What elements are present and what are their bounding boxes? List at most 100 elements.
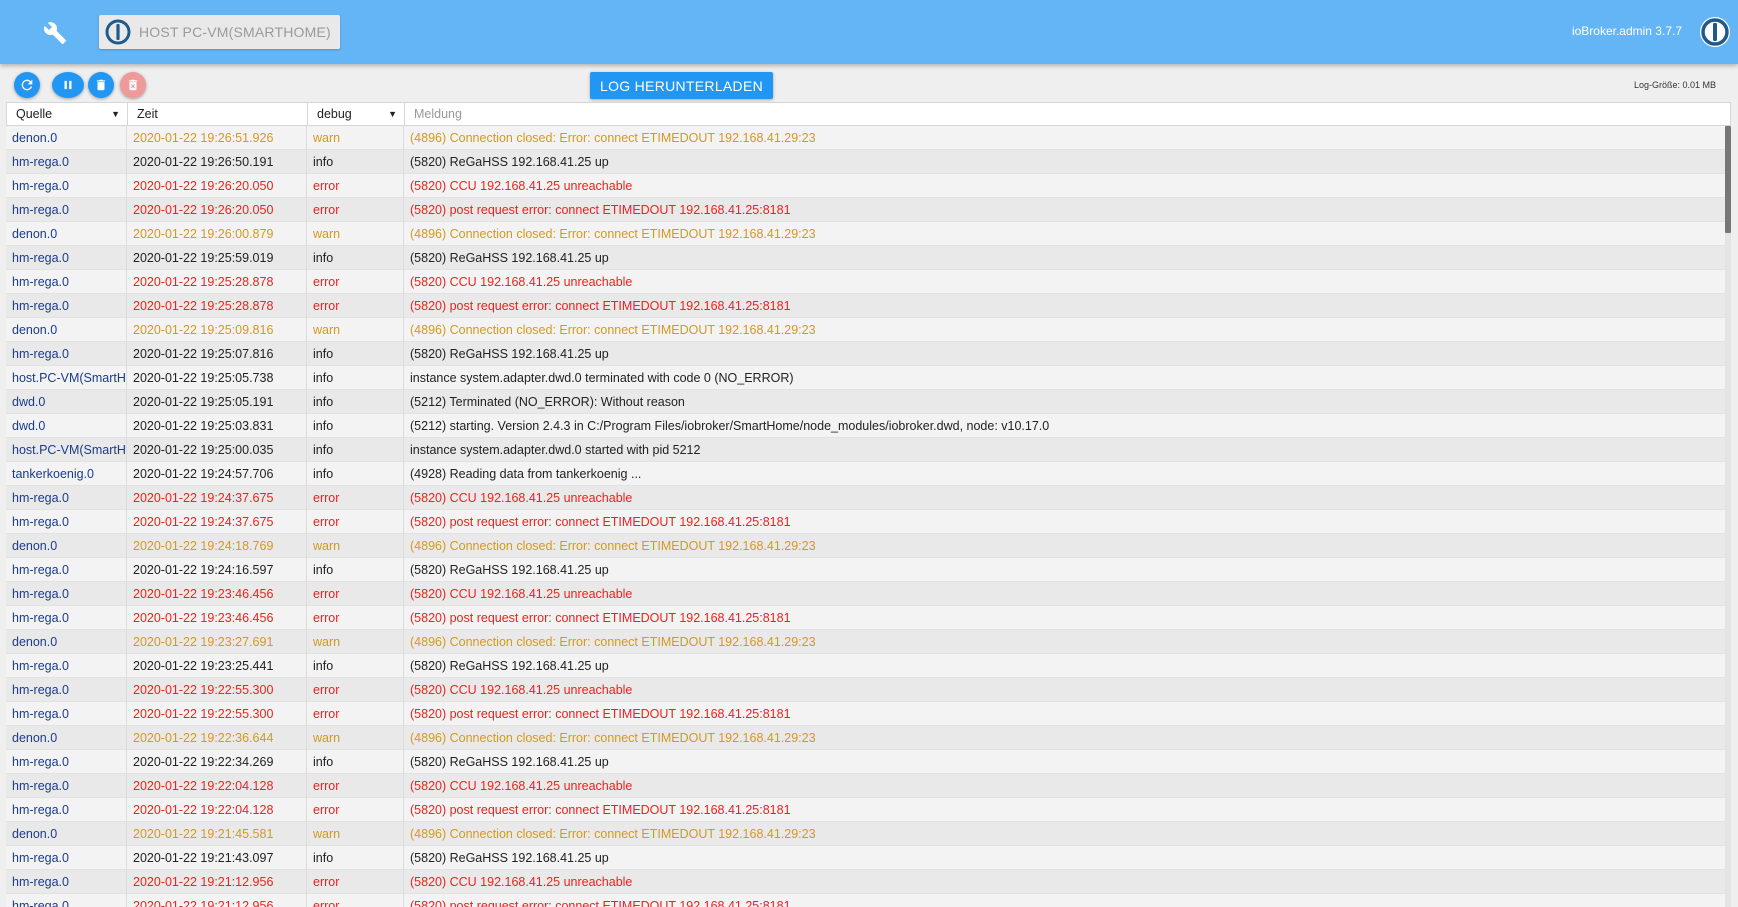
log-source: denon.0	[6, 126, 127, 150]
download-log-button[interactable]: LOG HERUNTERLADEN	[590, 72, 773, 99]
log-source: hm-rega.0	[6, 774, 127, 798]
log-time: 2020-01-22 19:26:00.879	[127, 222, 307, 246]
source-filter-label: Quelle	[16, 107, 53, 121]
log-time: 2020-01-22 19:26:20.050	[127, 198, 307, 222]
log-source: host.PC-VM(SmartH	[6, 438, 127, 462]
log-severity: info	[307, 558, 404, 582]
log-severity: info	[307, 390, 404, 414]
log-message: (4896) Connection closed: Error: connect…	[410, 323, 816, 337]
log-message: (4896) Connection closed: Error: connect…	[410, 635, 816, 649]
log-time: 2020-01-22 19:21:43.097	[127, 846, 307, 870]
log-source: hm-rega.0	[6, 582, 127, 606]
log-message: (5820) post request error: connect ETIME…	[410, 611, 791, 625]
log-source: hm-rega.0	[6, 750, 127, 774]
delete-log-file-button[interactable]	[120, 72, 146, 98]
log-message: (5820) CCU 192.168.41.25 unreachable	[410, 275, 633, 289]
message-filter-placeholder: Meldung	[414, 107, 462, 121]
log-row: dwd.0 2020-01-22 19:25:05.191 info (5212) T…	[6, 390, 1725, 414]
log-source: hm-rega.0	[6, 270, 127, 294]
wrench-icon[interactable]	[42, 20, 68, 46]
log-message: (5820) ReGaHSS 192.168.41.25 up	[410, 755, 609, 769]
log-severity: info	[307, 414, 404, 438]
log-row: host.PC-VM(SmartH 2020-01-22 19:25:05.738…	[6, 366, 1725, 390]
log-source: hm-rega.0	[6, 654, 127, 678]
log-row: denon.0 2020-01-22 19:23:27.691 warn (4896)…	[6, 630, 1725, 654]
log-message: (4896) Connection closed: Error: connect…	[410, 827, 816, 841]
log-message: (5820) post request error: connect ETIME…	[410, 299, 791, 313]
log-severity: error	[307, 870, 404, 894]
log-row: denon.0 2020-01-22 19:22:36.644 warn (4896)…	[6, 726, 1725, 750]
log-source: hm-rega.0	[6, 198, 127, 222]
log-message: (5820) ReGaHSS 192.168.41.25 up	[410, 251, 609, 265]
log-source: hm-rega.0	[6, 486, 127, 510]
log-message: (5820) CCU 192.168.41.25 unreachable	[410, 779, 633, 793]
log-severity: info	[307, 438, 404, 462]
log-row: hm-rega.0 2020-01-22 19:23:46.456 error (58…	[6, 606, 1725, 630]
log-source: denon.0	[6, 822, 127, 846]
log-size-label: Log-Größe: 0.01 MB	[1633, 80, 1716, 90]
log-severity: error	[307, 294, 404, 318]
log-severity: info	[307, 246, 404, 270]
log-severity: error	[307, 198, 404, 222]
log-severity: error	[307, 270, 404, 294]
pause-button[interactable]	[52, 72, 84, 98]
log-severity: error	[307, 894, 404, 907]
log-row: host.PC-VM(SmartH 2020-01-22 19:25:00.035…	[6, 438, 1725, 462]
log-row: hm-rega.0 2020-01-22 19:24:16.597 info (582…	[6, 558, 1725, 582]
log-row: denon.0 2020-01-22 19:25:09.816 warn (4896)…	[6, 318, 1725, 342]
log-row: hm-rega.0 2020-01-22 19:26:50.191 info (582…	[6, 150, 1725, 174]
log-source: hm-rega.0	[6, 510, 127, 534]
log-source: hm-rega.0	[6, 606, 127, 630]
clear-log-button[interactable]	[88, 72, 114, 98]
log-row: hm-rega.0 2020-01-22 19:25:28.878 error (58…	[6, 270, 1725, 294]
log-severity: info	[307, 750, 404, 774]
log-time: 2020-01-22 19:23:46.456	[127, 582, 307, 606]
refresh-button[interactable]	[14, 72, 40, 98]
log-severity: info	[307, 150, 404, 174]
log-source: dwd.0	[6, 390, 127, 414]
log-severity: info	[307, 366, 404, 390]
log-time: 2020-01-22 19:24:37.675	[127, 486, 307, 510]
log-message: (5820) post request error: connect ETIME…	[410, 707, 791, 721]
log-message: (5820) ReGaHSS 192.168.41.25 up	[410, 851, 609, 865]
log-source: hm-rega.0	[6, 702, 127, 726]
log-message: (5820) post request error: connect ETIME…	[410, 203, 791, 217]
log-time: 2020-01-22 19:21:12.956	[127, 870, 307, 894]
log-severity: warn	[307, 534, 404, 558]
scrollbar[interactable]	[1725, 126, 1731, 907]
log-severity: error	[307, 510, 404, 534]
log-message: (4896) Connection closed: Error: connect…	[410, 539, 816, 553]
log-message: (5820) CCU 192.168.41.25 unreachable	[410, 683, 633, 697]
log-severity: error	[307, 702, 404, 726]
dropdown-caret-icon: ▼	[388, 109, 397, 119]
log-time: 2020-01-22 19:24:37.675	[127, 510, 307, 534]
log-severity: error	[307, 798, 404, 822]
log-row: hm-rega.0 2020-01-22 19:24:37.675 error (58…	[6, 510, 1725, 534]
scrollbar-thumb[interactable]	[1725, 126, 1731, 233]
log-time: 2020-01-22 19:22:55.300	[127, 678, 307, 702]
log-time: 2020-01-22 19:24:16.597	[127, 558, 307, 582]
log-source: denon.0	[6, 726, 127, 750]
log-message: (5820) ReGaHSS 192.168.41.25 up	[410, 563, 609, 577]
log-time: 2020-01-22 19:25:00.035	[127, 438, 307, 462]
log-severity: error	[307, 582, 404, 606]
log-row: denon.0 2020-01-22 19:26:00.879 warn (4896)…	[6, 222, 1725, 246]
log-row: hm-rega.0 2020-01-22 19:23:46.456 error (58…	[6, 582, 1725, 606]
log-source: host.PC-VM(SmartH	[6, 366, 127, 390]
severity-filter[interactable]: debug ▼	[308, 103, 405, 125]
source-filter[interactable]: Quelle ▼	[7, 103, 128, 125]
log-severity: warn	[307, 630, 404, 654]
log-row: hm-rega.0 2020-01-22 19:25:28.878 error (58…	[6, 294, 1725, 318]
log-message: (5820) post request error: connect ETIME…	[410, 515, 791, 529]
severity-filter-label: debug	[317, 107, 352, 121]
log-row: hm-rega.0 2020-01-22 19:22:04.128 error (58…	[6, 798, 1725, 822]
log-row: hm-rega.0 2020-01-22 19:22:55.300 error (58…	[6, 702, 1725, 726]
host-selector[interactable]: HOST PC-VM(SMARTHOME)	[99, 15, 340, 49]
message-filter-input[interactable]: Meldung	[405, 103, 1725, 125]
log-source: denon.0	[6, 222, 127, 246]
log-message: (4928) Reading data from tankerkoenig ..…	[410, 467, 642, 481]
log-message: (4896) Connection closed: Error: connect…	[410, 731, 816, 745]
log-time: 2020-01-22 19:25:03.831	[127, 414, 307, 438]
log-message: (5820) ReGaHSS 192.168.41.25 up	[410, 659, 609, 673]
version-label: ioBroker.admin 3.7.7	[1571, 24, 1682, 38]
